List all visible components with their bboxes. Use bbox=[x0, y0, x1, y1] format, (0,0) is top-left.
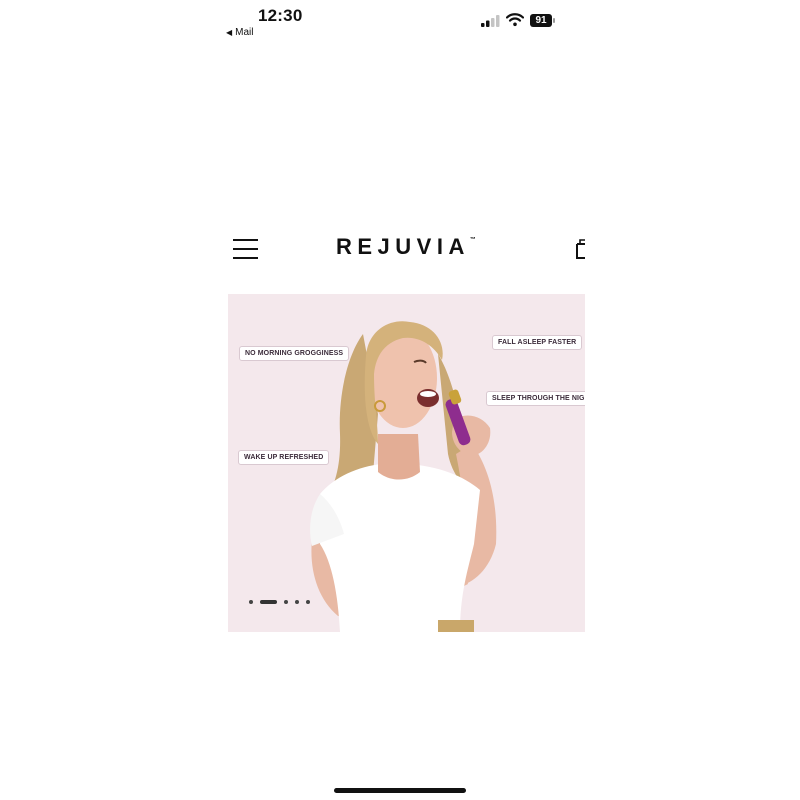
carousel-dot-5[interactable] bbox=[306, 600, 310, 604]
benefit-tag-sleep-through: SLEEP THROUGH THE NIGHT bbox=[486, 391, 585, 406]
carousel-dot-2-active[interactable] bbox=[260, 600, 277, 604]
battery-indicator: 91 bbox=[530, 14, 556, 27]
brand-name: REJUVIA bbox=[336, 234, 470, 259]
back-triangle-icon: ◀ bbox=[226, 28, 233, 37]
benefit-tag-no-grogginess: NO MORNING GROGGINESS bbox=[239, 346, 350, 361]
battery-cap bbox=[553, 18, 555, 23]
benefit-tag-wake-up: WAKE UP REFRESHED bbox=[238, 450, 330, 465]
hamburger-menu-icon[interactable] bbox=[233, 239, 258, 259]
brand-logo[interactable]: REJUVIA™ bbox=[336, 234, 476, 260]
hero-banner[interactable]: NO MORNING GROGGINESS FALL ASLEEP FASTER… bbox=[228, 294, 585, 632]
carousel-pagination bbox=[249, 599, 310, 605]
home-indicator[interactable] bbox=[334, 788, 466, 793]
status-time: 12:30 bbox=[258, 6, 303, 25]
benefit-tag-fall-asleep: FALL ASLEEP FASTER bbox=[492, 335, 583, 350]
battery-level: 91 bbox=[530, 14, 552, 27]
trademark-symbol: ™ bbox=[469, 237, 476, 243]
shopping-bag-icon[interactable] bbox=[575, 238, 585, 260]
back-label: Mail bbox=[235, 27, 254, 38]
carousel-dot-4[interactable] bbox=[295, 600, 299, 604]
wifi-icon bbox=[506, 13, 524, 27]
carousel-dot-3[interactable] bbox=[284, 600, 288, 604]
cellular-signal-icon bbox=[481, 15, 500, 27]
back-to-mail-link[interactable]: ◀ Mail bbox=[226, 27, 254, 38]
carousel-dot-1[interactable] bbox=[249, 600, 253, 604]
